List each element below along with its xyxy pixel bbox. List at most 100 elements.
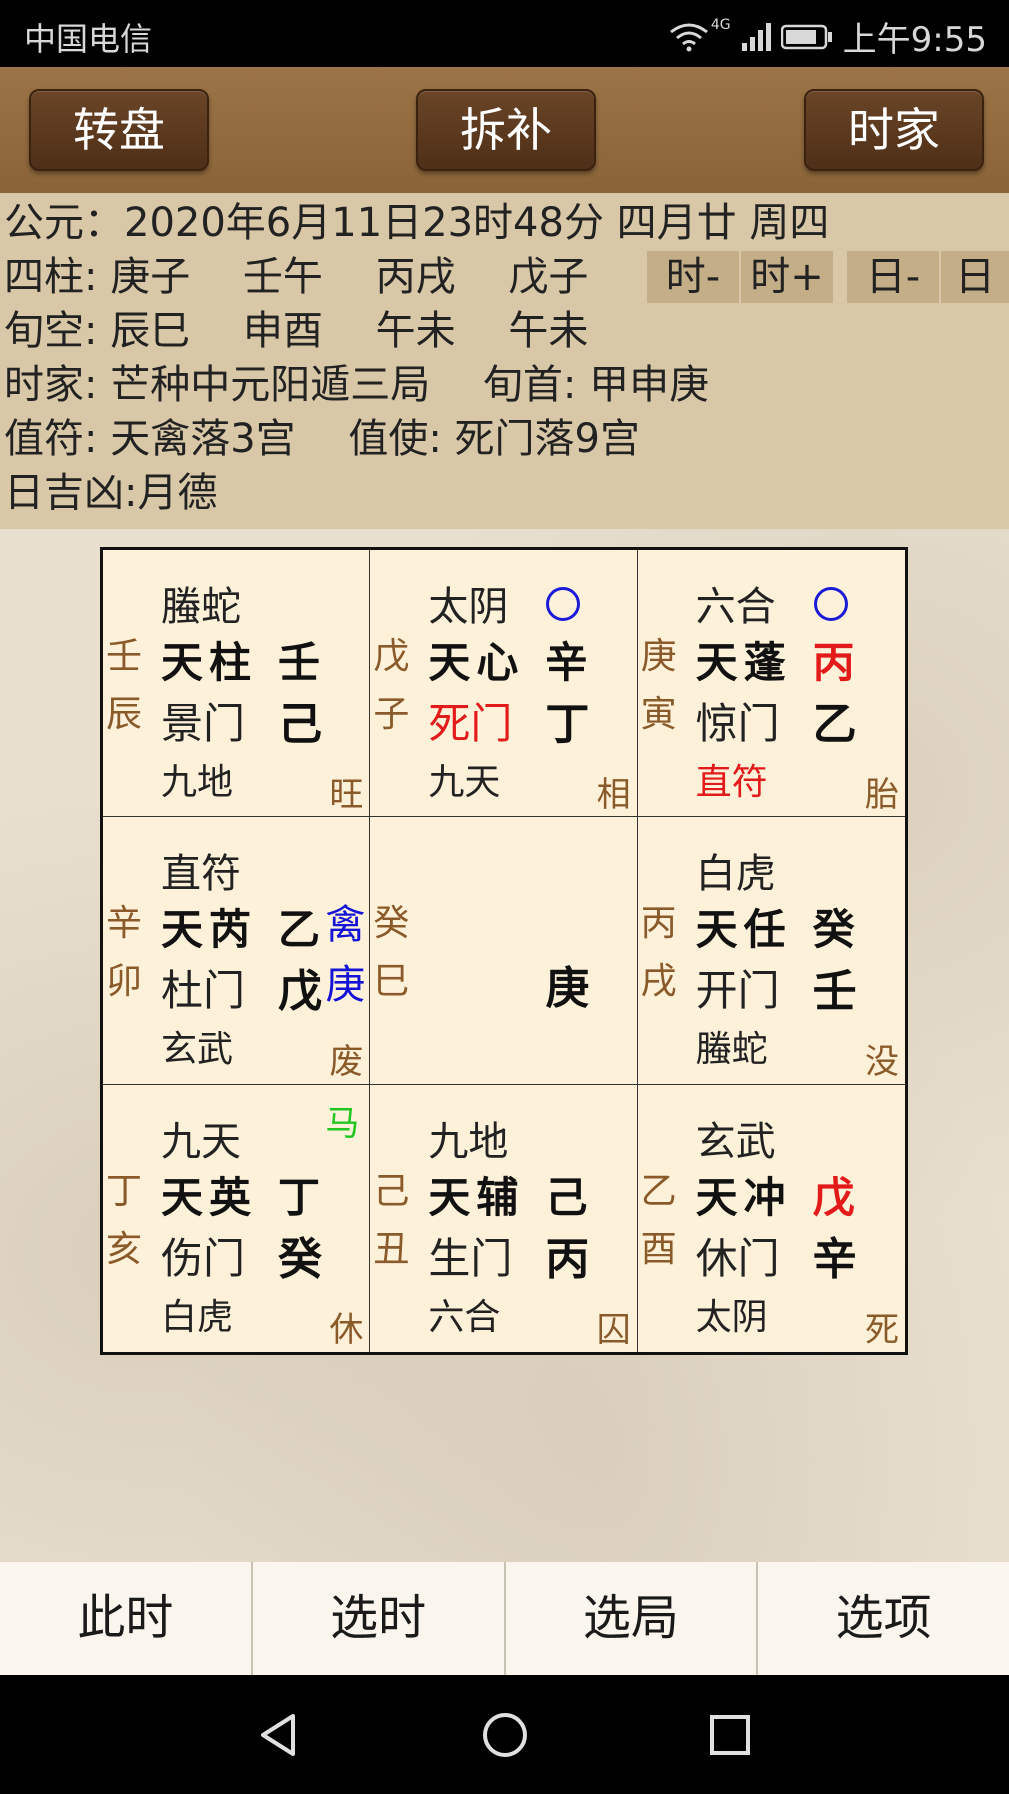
palace-cell[interactable]: 丙 戌 白虎 天任 癸 开门 壬 螣蛇 没 [637,817,905,1085]
sizhu-line: 四柱: 庚子 壬午 丙戌 戊子 [4,254,589,300]
qimen-board: 壬 辰 螣蛇 天柱 壬 景门 己 九地 旺 戊 子 太阴 天心 辛 死门 丁 九… [100,547,908,1355]
palace-star: 天蓬 [695,638,792,687]
palace-star: 天冲 [695,1172,792,1222]
hour-plus-button[interactable]: 时+ [741,251,833,303]
palace-deity: 白虎 [161,1296,234,1338]
palace-deity: 六合 [428,1296,501,1338]
palace-cell[interactable]: 壬 辰 螣蛇 天柱 壬 景门 己 九地 旺 [103,550,371,818]
palace-earth-stem: 壬 [812,966,857,1018]
recents-icon[interactable] [705,1710,755,1760]
palace-state: 废 [329,1042,364,1083]
palace-door: 休门 [695,1233,780,1283]
palace-ganzhi-top: 壬 [106,636,143,677]
back-icon[interactable] [253,1710,303,1760]
palace-ganzhi-bottom: 寅 [640,694,677,735]
palace-earth-stem: 癸 [278,1233,322,1285]
palace-heaven-stem: 乙 [278,905,321,955]
palace-ganzhi-top: 乙 [640,1170,677,1212]
day-plus-button[interactable]: 日 [941,251,1009,303]
palace-deity: 直符 [695,762,768,803]
network-type-label: 4G [710,16,731,33]
day-minus-button[interactable]: 日- [847,251,939,303]
horse-marker: 马 [325,1103,360,1144]
palace-cell[interactable]: 丁 亥 九天 马 天英 丁 伤门 癸 白虎 休 [103,1084,371,1352]
kongwang-circle-icon [813,587,848,621]
palace-star: 天柱 [161,638,258,687]
palace-god: 六合 [695,584,776,630]
zhuanpan-button[interactable]: 转盘 [29,89,209,171]
palace-heaven-stem: 戊 [812,1172,855,1222]
palace-cell-center[interactable]: 癸 巳 庚 [370,817,638,1085]
palace-door: 开门 [695,966,780,1016]
home-icon[interactable] [480,1710,530,1760]
palace-cell[interactable]: 乙 酉 玄武 天冲 戊 休门 辛 太阴 死 [638,1085,905,1352]
palace-door: 杜门 [161,966,246,1016]
palace-door: 景门 [161,699,246,748]
palace-deity: 九地 [161,762,234,803]
palace-heaven-stem: 己 [545,1172,588,1222]
palace-door: 死门 [428,699,513,748]
date-line: 公元：2020年6月11日23时48分 四月廿 周四 [4,200,830,246]
palace-earth-stem: 丙 [545,1233,590,1285]
shijia-button[interactable]: 时家 [804,89,984,171]
palace-door: 生门 [428,1233,513,1283]
signal-icon [741,22,771,51]
palace-cell[interactable]: 庚 寅 六合 天蓬 丙 惊门 乙 直符 胎 [637,550,905,818]
palace-heaven-stem: 丙 [812,638,855,687]
palace-star: 天英 [161,1172,258,1222]
palace-state: 相 [596,775,631,815]
palace-ganzhi-top: 庚 [640,636,677,677]
palace-heaven-stem: 癸 [812,905,855,955]
palace-ganzhi-top: 癸 [373,903,410,945]
palace-earth-stem: 丁 [545,699,590,750]
options-button[interactable]: 选项 [758,1562,1009,1675]
palace-heaven-stem: 辛 [545,638,588,687]
select-ju-button[interactable]: 选局 [506,1562,759,1675]
bottom-tab-bar: 此时 选时 选局 选项 [0,1562,1009,1675]
palace-deity: 九天 [428,762,501,803]
palace-ganzhi-bottom: 卯 [106,961,143,1003]
palace-god: 玄武 [695,1118,776,1165]
palace-god: 九地 [428,1118,509,1165]
select-time-button[interactable]: 选时 [253,1562,506,1675]
palace-heaven-stem: 丁 [278,1172,321,1222]
palace-ganzhi-bottom: 辰 [106,694,143,735]
kongwang-circle-icon [546,587,581,621]
info-panel: 公元：2020年6月11日23时48分 四月廿 周四 四柱: 庚子 壬午 丙戌 … [0,193,1009,529]
palace-god: 九天 [161,1118,241,1165]
system-nav-bar [0,1675,1009,1794]
palace-ganzhi-top: 己 [373,1170,410,1212]
shijia-line: 时家: 芒种中元阳遁三局 旬首: 甲申庚 [4,362,710,408]
palace-earth-stem: 己 [278,699,322,750]
chaibu-button[interactable]: 拆补 [416,89,596,171]
hour-minus-button[interactable]: 时- [647,251,739,303]
top-toolbar: 转盘 拆补 时家 [0,67,1009,193]
zhifu-line: 值符: 天禽落3宫 值使: 死门落9宫 [4,416,640,462]
palace-cell[interactable]: 戊 子 太阴 天心 辛 死门 丁 九天 相 [370,550,638,818]
palace-state: 死 [865,1309,899,1350]
palace-door: 惊门 [695,699,780,748]
palace-god: 直符 [161,851,241,898]
palace-earth-stem: 乙 [812,699,857,750]
palace-god: 螣蛇 [161,584,241,630]
palace-ganzhi-top: 戊 [373,636,410,677]
palace-star: 天辅 [428,1172,525,1222]
palace-earth-stem: 庚 [545,963,590,1015]
palace-ganzhi-top: 辛 [106,903,143,945]
now-button[interactable]: 此时 [0,1562,253,1675]
palace-deity: 太阴 [695,1296,768,1338]
palace-god: 太阴 [428,584,509,630]
palace-earth-stem: 戊 [278,966,322,1018]
palace-state: 囚 [596,1309,631,1350]
palace-ganzhi-bottom: 酉 [640,1228,677,1270]
xunkong-line: 旬空: 辰巳 申酉 午未 午未 [4,308,589,354]
palace-state: 旺 [329,775,364,815]
palace-door: 伤门 [161,1233,246,1283]
palace-cell[interactable]: 己 丑 九地 天辅 己 生门 丙 六合 囚 [370,1084,638,1352]
palace-god: 白虎 [695,851,776,898]
palace-heaven-stem: 壬 [278,638,321,687]
palace-cell[interactable]: 辛 卯 直符 天芮 乙 禽 杜门 戊 庚 玄武 废 [103,817,371,1085]
palace-ganzhi-bottom: 亥 [106,1228,143,1270]
palace-ganzhi-top: 丁 [106,1170,143,1212]
palace-ganzhi-top: 丙 [640,903,677,945]
